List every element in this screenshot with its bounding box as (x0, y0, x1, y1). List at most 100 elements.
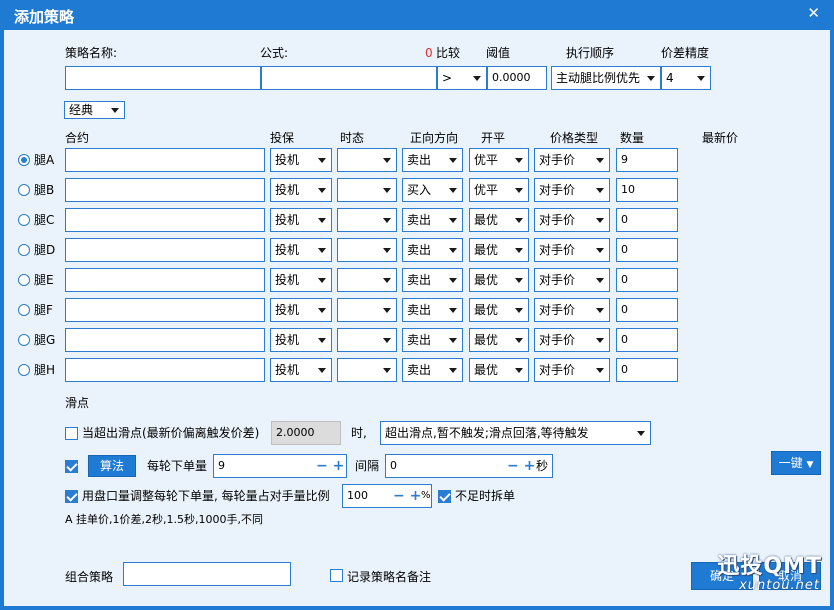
leg-price-type-select[interactable]: 对手价 (534, 328, 610, 352)
threshold-input[interactable]: 0.0000 (487, 66, 547, 90)
leg-price-type-select[interactable]: 对手价 (534, 298, 610, 322)
leg-contract-input[interactable] (65, 298, 265, 322)
leg-hedge-select[interactable]: 投机 (270, 298, 332, 322)
adjust-checkbox[interactable] (65, 490, 78, 503)
chevron-down-icon (318, 368, 326, 373)
leg-contract-input[interactable] (65, 358, 265, 382)
leg-direction-select[interactable]: 卖出 (402, 298, 463, 322)
leg-price-type-select[interactable]: 对手价 (534, 178, 610, 202)
leg-state-select[interactable] (337, 148, 397, 172)
leg-price-type-select[interactable]: 对手价 (534, 238, 610, 262)
leg-state-select[interactable] (337, 208, 397, 232)
algo-checkbox[interactable] (65, 460, 78, 473)
leg-contract-input[interactable] (65, 208, 265, 232)
leg-price-type-select[interactable]: 对手价 (534, 268, 610, 292)
adjust-label: 用盘口量调整每轮下单量, 每轮量占对手量比例 (82, 489, 330, 503)
leg-direction-select[interactable]: 卖出 (402, 208, 463, 232)
leg-direction-select[interactable]: 卖出 (402, 358, 463, 382)
leg-hedge-select[interactable]: 投机 (270, 328, 332, 352)
split-checkbox[interactable] (438, 490, 451, 503)
chevron-down-icon (383, 368, 391, 373)
leg-quantity-input[interactable]: 0 (616, 268, 678, 292)
leg-open-close-select[interactable]: 最优 (469, 358, 529, 382)
leg-radio[interactable] (18, 274, 30, 286)
one-click-button[interactable]: 一键 ▼ (771, 451, 821, 475)
combo-input[interactable] (123, 562, 291, 586)
chevron-down-icon (449, 368, 457, 373)
leg-quantity-input[interactable]: 0 (616, 238, 678, 262)
leg-quantity-input[interactable]: 0 (616, 298, 678, 322)
chevron-down-icon (318, 218, 326, 223)
mode-select[interactable]: 经典 (64, 101, 125, 119)
leg-radio[interactable] (18, 364, 30, 376)
leg-direction-select[interactable]: 卖出 (402, 148, 463, 172)
leg-radio[interactable] (18, 244, 30, 256)
leg-open-close-select[interactable]: 最优 (469, 298, 529, 322)
leg-contract-input[interactable] (65, 268, 265, 292)
leg-open-close-select[interactable]: 最优 (469, 238, 529, 262)
precision-select[interactable]: 4 (661, 66, 711, 90)
leg-direction-select[interactable]: 卖出 (402, 238, 463, 262)
slippage-value-input[interactable]: 2.0000 (271, 421, 341, 445)
leg-direction-select[interactable]: 卖出 (402, 268, 463, 292)
leg-price-type-select[interactable]: 对手价 (534, 208, 610, 232)
slippage-checkbox[interactable] (65, 427, 78, 440)
leg-price-type-select[interactable]: 对手价 (534, 358, 610, 382)
leg-contract-input[interactable] (65, 238, 265, 262)
leg-quantity-input[interactable]: 10 (616, 178, 678, 202)
interval-stepper[interactable]: − + (507, 455, 535, 477)
leg-hedge-select[interactable]: 投机 (270, 358, 332, 382)
strategy-name-input[interactable] (65, 66, 261, 90)
chevron-down-icon (596, 368, 604, 373)
leg-radio[interactable] (18, 304, 30, 316)
leg-quantity-input[interactable]: 0 (616, 358, 678, 382)
leg-open-close-select[interactable]: 最优 (469, 268, 529, 292)
ratio-stepper[interactable]: − + (393, 485, 421, 507)
compare-select[interactable]: > (437, 66, 487, 90)
note-checkbox[interactable] (330, 569, 343, 582)
leg-state-select[interactable] (337, 268, 397, 292)
algo-button[interactable]: 算法 (88, 455, 136, 477)
order-select[interactable]: 主动腿比例优先 (551, 66, 661, 90)
leg-direction-select[interactable]: 卖出 (402, 328, 463, 352)
leg-radio[interactable] (18, 154, 30, 166)
precision-label: 价差精度 (661, 46, 710, 60)
leg-open-close-select[interactable]: 优平 (469, 148, 529, 172)
order-value: 主动腿比例优先 (556, 71, 641, 85)
per-round-value: 9 (218, 459, 225, 472)
close-icon[interactable]: ✕ (807, 4, 820, 22)
leg-hedge-select[interactable]: 投机 (270, 178, 332, 202)
leg-radio[interactable] (18, 214, 30, 226)
leg-radio[interactable] (18, 184, 30, 196)
leg-state-select[interactable] (337, 298, 397, 322)
leg-contract-input[interactable] (65, 178, 265, 202)
leg-contract-input[interactable] (65, 148, 265, 172)
leg-quantity-input[interactable]: 0 (616, 328, 678, 352)
leg-quantity-input[interactable]: 0 (616, 208, 678, 232)
chevron-down-icon (383, 248, 391, 253)
formula-input[interactable] (261, 66, 437, 90)
leg-open-close-select[interactable]: 优平 (469, 178, 529, 202)
leg-hedge-select[interactable]: 投机 (270, 148, 332, 172)
leg-open-close-select[interactable]: 最优 (469, 328, 529, 352)
leg-direction-select[interactable]: 买入 (402, 178, 463, 202)
leg-quantity-input[interactable]: 9 (616, 148, 678, 172)
per-round-stepper[interactable]: − + (316, 455, 344, 477)
leg-state-select[interactable] (337, 178, 397, 202)
formula-label: 公式: (260, 46, 289, 60)
leg-state-select[interactable] (337, 328, 397, 352)
leg-hedge-value: 投机 (275, 303, 300, 317)
leg-open-close-select[interactable]: 最优 (469, 208, 529, 232)
leg-contract-input[interactable] (65, 328, 265, 352)
slippage-action-select[interactable]: 超出滑点,暂不触发;滑点回落,等待触发 (380, 421, 651, 445)
leg-direction-value: 买入 (407, 183, 432, 197)
leg-label: 腿B (34, 183, 55, 197)
leg-price-type-select[interactable]: 对手价 (534, 148, 610, 172)
leg-radio[interactable] (18, 334, 30, 346)
leg-hedge-select[interactable]: 投机 (270, 238, 332, 262)
leg-state-select[interactable] (337, 238, 397, 262)
leg-hedge-select[interactable]: 投机 (270, 208, 332, 232)
leg-state-select[interactable] (337, 358, 397, 382)
leg-hedge-select[interactable]: 投机 (270, 268, 332, 292)
chevron-down-icon (515, 188, 523, 193)
